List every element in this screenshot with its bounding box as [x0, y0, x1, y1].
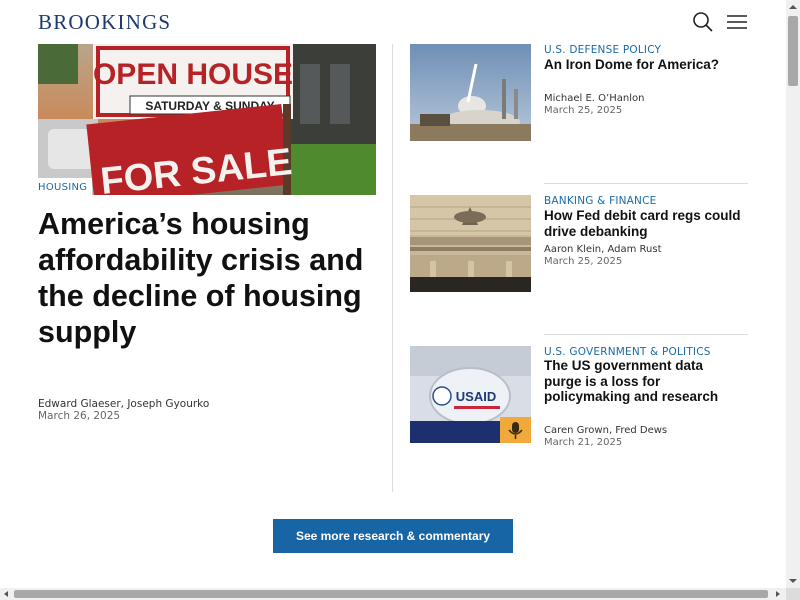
article-authors[interactable]: Caren Grown, Fred Dews — [544, 425, 667, 436]
vertical-scroll-thumb[interactable] — [788, 16, 798, 86]
article-divider — [544, 334, 748, 335]
scroll-left-arrow-icon[interactable] — [0, 588, 12, 600]
usaid-image-text: USAID — [456, 389, 496, 404]
article-title[interactable]: The US government data purge is a loss f… — [544, 358, 744, 405]
article-date: March 25, 2025 — [544, 256, 623, 267]
horizontal-scrollbar[interactable] — [0, 588, 786, 600]
article-image-iron-dome[interactable] — [410, 44, 531, 141]
article-authors[interactable]: Aaron Klein, Adam Rust — [544, 244, 662, 255]
scrollbar-corner — [786, 588, 800, 600]
scroll-right-arrow-icon[interactable] — [772, 588, 784, 600]
article-tag[interactable]: U.S. GOVERNMENT & POLITICS — [544, 346, 711, 358]
article-image-federal-reserve-building[interactable] — [410, 195, 531, 292]
see-more-research-button[interactable]: See more research & commentary — [273, 519, 513, 553]
sign-open-house-text: OPEN HOUSE — [93, 58, 293, 91]
featured-authors[interactable]: Edward Glaeser, Joseph Gyourko — [38, 398, 209, 410]
article-title[interactable]: How Fed debit card regs could drive deba… — [544, 208, 744, 239]
featured-date: March 26, 2025 — [38, 410, 121, 422]
article-divider — [544, 183, 748, 184]
menu-button[interactable] — [725, 10, 749, 34]
article-date: March 21, 2025 — [544, 437, 623, 448]
scroll-up-arrow-icon[interactable] — [786, 0, 800, 14]
hamburger-menu-icon — [727, 15, 747, 29]
brookings-logo[interactable]: BROOKINGS — [38, 10, 171, 35]
site-header: BROOKINGS — [0, 0, 786, 44]
horizontal-scroll-thumb[interactable] — [14, 590, 768, 598]
featured-title[interactable]: America’s housing affordability crisis a… — [38, 206, 368, 350]
article-date: March 25, 2025 — [544, 105, 623, 116]
vertical-scrollbar[interactable] — [786, 0, 800, 588]
article-authors[interactable]: Michael E. O’Hanlon — [544, 93, 644, 104]
scroll-down-arrow-icon[interactable] — [786, 574, 800, 588]
featured-image-open-house-sign[interactable]: OPEN HOUSE SATURDAY & SUNDAY FOR SALE — [38, 44, 376, 195]
column-divider — [392, 44, 393, 492]
featured-tag[interactable]: HOUSING — [33, 178, 93, 197]
search-icon — [693, 12, 713, 32]
article-title[interactable]: An Iron Dome for America? — [544, 57, 744, 73]
article-image-usaid[interactable]: USAID — [410, 346, 531, 443]
search-button[interactable] — [691, 10, 715, 34]
article-tag[interactable]: BANKING & FINANCE — [544, 195, 656, 207]
article-tag[interactable]: U.S. DEFENSE POLICY — [544, 44, 661, 56]
